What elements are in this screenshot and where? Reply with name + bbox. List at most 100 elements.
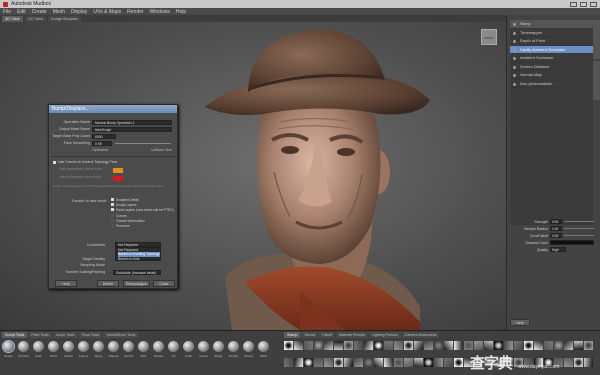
stamp-thumbnail[interactable] [294, 341, 303, 350]
tool-bulge[interactable]: Bulge [212, 341, 225, 365]
stamp-thumbnail[interactable] [434, 357, 443, 367]
tool-grab[interactable]: Grab [32, 341, 45, 365]
stamp-thumbnail[interactable] [344, 341, 353, 350]
face-smoothing-input[interactable]: 0.95 [92, 140, 112, 146]
menu-windows[interactable]: Windows [150, 9, 170, 15]
stamp-thumbnail[interactable] [364, 357, 373, 367]
tab-paint-tools[interactable]: Paint Tools [28, 332, 52, 338]
stamp-thumbnail[interactable] [564, 357, 573, 367]
tool-spray[interactable]: Spray [92, 341, 105, 365]
tab-camera-bookmarks[interactable]: Camera Bookmarks [401, 332, 440, 338]
stamp-thumbnail[interactable] [454, 357, 463, 367]
stamp-thumbnail[interactable] [394, 341, 403, 350]
tab-uv-view[interactable]: UV View [24, 15, 47, 22]
stamp-thumbnail[interactable] [384, 341, 393, 350]
stamp-thumbnail[interactable] [584, 357, 593, 367]
help-button[interactable]: Help [55, 280, 77, 287]
stamp-thumbnail[interactable] [284, 341, 293, 350]
stamp-thumbnail[interactable] [434, 341, 443, 350]
filter-cavity-ao[interactable]: Cavity Ambient Occlusion [510, 45, 593, 54]
shadow-color-swatch[interactable] [550, 240, 594, 245]
menu-display[interactable]: Display [71, 9, 87, 15]
stamp-thumbnail[interactable] [344, 357, 353, 367]
stamp-thumbnail[interactable] [314, 341, 323, 350]
tool-scrape[interactable]: Scrape [152, 341, 165, 365]
filter-depth-of-field[interactable]: Depth of Field [510, 37, 593, 46]
maximize-button[interactable] [580, 1, 587, 7]
panel-help-button[interactable]: Help [510, 319, 530, 326]
tool-imprint[interactable]: Imprint [122, 341, 135, 365]
stamp-thumbnail[interactable] [544, 341, 553, 350]
tab-stamp[interactable]: Stamp [284, 332, 301, 338]
close-button[interactable]: Close [153, 280, 175, 287]
stamp-thumbnail[interactable] [564, 341, 573, 350]
stamp-thumbnail[interactable] [444, 357, 453, 367]
stamp-thumbnail[interactable] [574, 341, 583, 350]
tool-smooth[interactable]: Smooth [17, 341, 30, 365]
stamp-thumbnail[interactable] [474, 341, 483, 350]
hard-curve-color-swatch[interactable] [113, 176, 123, 181]
stamp-thumbnail[interactable] [584, 341, 593, 350]
filter-screen-distance[interactable]: Screen Distance [510, 63, 593, 71]
filter-normal-map[interactable]: Normal Map [510, 71, 593, 80]
menu-edit[interactable]: Edit [17, 9, 26, 15]
use-curves-checkbox[interactable] [53, 160, 56, 164]
stamp-thumbnail[interactable] [494, 341, 503, 350]
stamp-thumbnail[interactable] [304, 341, 313, 350]
stamp-thumbnail[interactable] [354, 341, 363, 350]
tool-wax[interactable]: Wax [137, 341, 150, 365]
delete-button[interactable]: Delete [97, 280, 119, 287]
filter-non-photorealistic[interactable]: Non-photorealistic [510, 80, 593, 88]
menu-help[interactable]: Help [176, 9, 186, 15]
stamp-thumbnail[interactable] [284, 357, 293, 367]
stamp-thumbnail[interactable] [364, 341, 373, 350]
stamp-thumbnail[interactable] [424, 357, 433, 367]
filter-ambient-occlusion[interactable]: Ambient Occlusion [510, 54, 593, 63]
menu-uvs-maps[interactable]: UVs & Maps [93, 9, 121, 15]
side-tab-viewport-filters[interactable] [593, 61, 600, 100]
tool-mask[interactable]: Mask [257, 341, 270, 365]
tool-amplify[interactable]: Amplify [227, 341, 240, 365]
menu-mesh[interactable]: Mesh [53, 9, 65, 15]
stamp-thumbnail[interactable] [534, 341, 543, 350]
menu-file[interactable]: File [3, 9, 11, 15]
tool-flatten[interactable]: Flatten [62, 341, 75, 365]
transfer-preserve[interactable]: Preserve [111, 224, 177, 229]
filter-tonemapper[interactable]: Tonemapper [510, 29, 593, 37]
target-count-input[interactable]: 6000 [92, 133, 116, 139]
stamp-thumbnail[interactable] [354, 357, 363, 367]
stamp-thumbnail[interactable] [574, 357, 583, 367]
strength-slider[interactable] [564, 221, 594, 222]
tool-fill[interactable]: Fill [167, 341, 180, 365]
tool-freeze[interactable]: Freeze [242, 341, 255, 365]
menu-render[interactable]: Render [127, 9, 143, 15]
stamp-thumbnail[interactable] [514, 341, 523, 350]
soft-curve-color-swatch[interactable] [113, 168, 123, 173]
menu-create[interactable]: Create [32, 9, 47, 15]
stamp-thumbnail[interactable] [334, 357, 343, 367]
tab-curve-tools[interactable]: Curve Tools [52, 332, 78, 338]
stamp-thumbnail[interactable] [404, 357, 413, 367]
tool-knife[interactable]: Knife [182, 341, 195, 365]
output-mesh-input[interactable]: NewSculpt [92, 126, 172, 132]
stamp-thumbnail[interactable] [554, 341, 563, 350]
tab-stencil[interactable]: Stencil [301, 332, 319, 338]
face-smoothing-slider[interactable] [115, 142, 171, 144]
stamp-thumbnail[interactable] [424, 341, 433, 350]
tab-material-presets[interactable]: Material Presets [335, 332, 368, 338]
minimize-button[interactable] [570, 1, 577, 7]
operation-name-input[interactable]: Neutral Bump Operation 1 [92, 119, 172, 125]
tab-3d-view[interactable]: 3D View [2, 15, 23, 22]
stamp-thumbnail[interactable] [504, 341, 513, 350]
tab-pose-tools[interactable]: Pose Tools [78, 332, 103, 338]
stamp-thumbnail[interactable] [294, 357, 303, 367]
stamp-thumbnail[interactable] [334, 341, 343, 350]
tool-sculpt[interactable]: Sculpt [2, 341, 15, 365]
stamp-thumbnail[interactable] [404, 341, 413, 350]
stamp-thumbnail[interactable] [384, 357, 393, 367]
side-tab-object-list[interactable] [593, 20, 600, 59]
tab-select-move-tools[interactable]: Select/Move Tools [103, 332, 139, 338]
stamp-thumbnail[interactable] [454, 341, 463, 350]
close-window-button[interactable] [590, 1, 597, 7]
tool-foamy[interactable]: Foamy [77, 341, 90, 365]
